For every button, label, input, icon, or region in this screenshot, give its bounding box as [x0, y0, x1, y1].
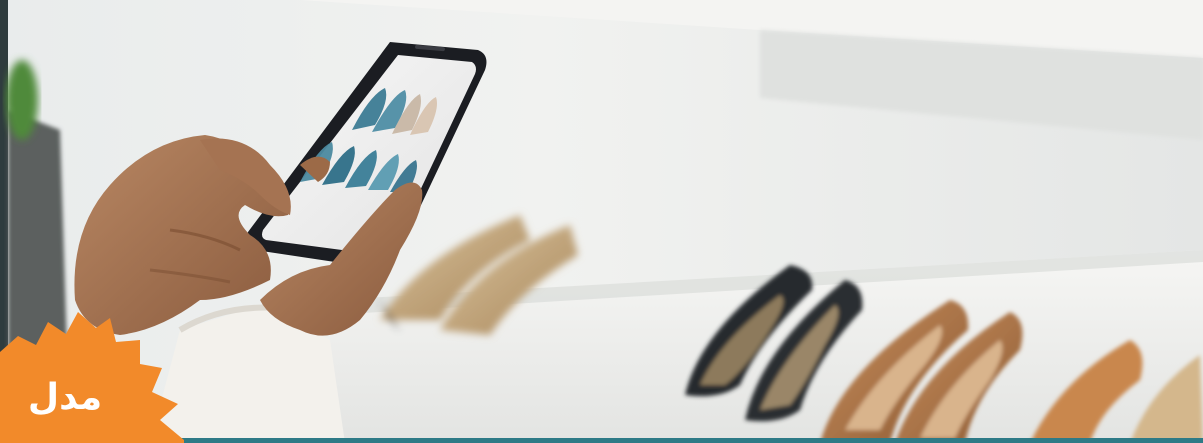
- shoe-shopping-photo: [0, 0, 1203, 443]
- photo-banner: مدل: [0, 0, 1203, 443]
- badge-label: مدل: [27, 377, 103, 418]
